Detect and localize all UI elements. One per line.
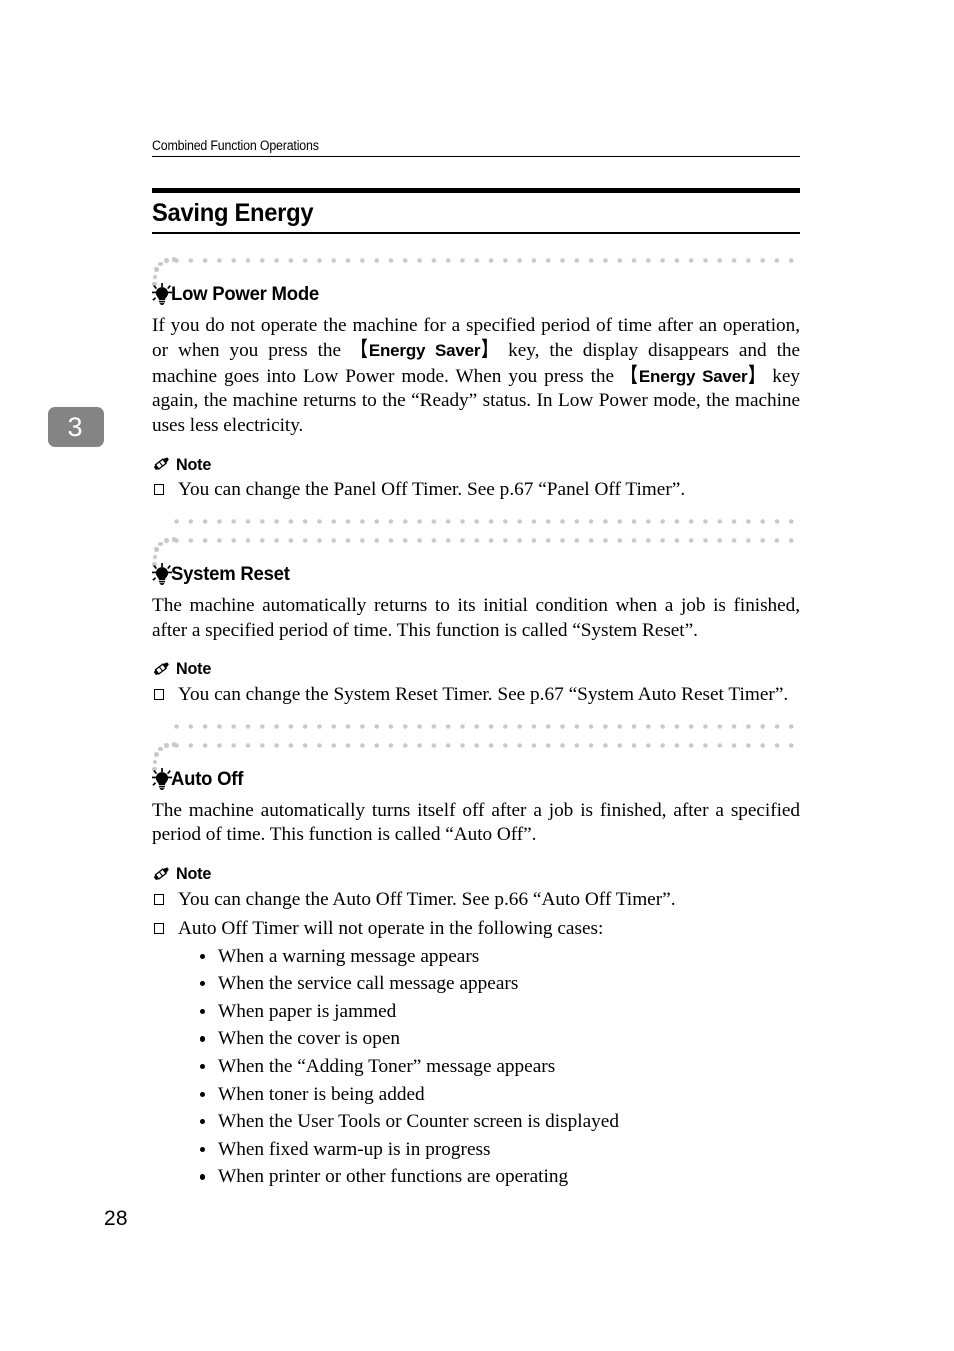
tip-block-system-reset: System Reset The machine automatically r… [152,535,800,732]
list-item-label: When a warning message appears [218,945,480,967]
list-item: When the “Adding Toner” message appears [152,1055,800,1079]
dotted-line [174,724,800,730]
note-text: You can change the Panel Off Timer. See … [178,479,686,501]
running-header: Combined Function Operations [152,138,800,157]
note-item: You can change the Panel Off Timer. See … [152,478,800,502]
note-text: You can change the System Reset Timer. S… [178,683,789,705]
keycap-label: Energy Saver [638,366,748,386]
body-paragraph: The machine automatically returns to its… [152,595,800,641]
dotted-line [174,743,800,749]
bullet-dot-icon [200,1083,218,1107]
note-item: Auto Off Timer will not operate in the f… [152,917,800,941]
page-title: Saving Energy [152,198,314,227]
list-item: When paper is jammed [152,1000,800,1024]
list-item: When a warning message appears [152,945,800,969]
note-square-marker [152,917,178,941]
chapter-number-tab: 3 [48,407,104,447]
bullet-dot-icon [200,1055,218,1079]
keycap-label: Energy Saver [368,341,481,361]
tip-title: Low Power Mode [171,282,319,305]
note-label: Note [176,659,212,679]
tip-heading: Low Power Mode [152,282,800,305]
list-item-label: When the service call message appears [218,973,519,995]
running-header-text: Combined Function Operations [152,138,319,153]
list-item-label: When the “Adding Toner” message appears [218,1056,556,1078]
dotted-rule-open [152,740,800,772]
bullet-dot-icon [200,1000,218,1024]
content-column: Low Power Mode If you do not operate the… [152,255,800,1190]
running-header-rule [152,156,800,157]
note-label: Note [176,454,212,474]
dotted-rule-close [152,516,800,527]
lightbulb-icon [152,768,172,791]
tip-heading: Auto Off [152,767,800,791]
list-item: When toner is being added [152,1083,800,1107]
list-item: When fixed warm-up is in progress [152,1138,800,1162]
list-item-label: When the User Tools or Counter screen is… [218,1111,619,1133]
chapter-number-label: 3 [67,411,83,442]
bullet-list: When a warning message appears When the … [152,945,800,1190]
note-label: Note [176,864,212,884]
dotted-line [174,538,800,544]
document-page: Combined Function Operations 3 Saving En… [0,0,954,1351]
note-heading: Note [152,865,800,883]
list-item: When the User Tools or Counter screen is… [152,1110,800,1134]
list-item-label: When toner is being added [218,1083,425,1105]
tip-heading: System Reset [152,562,800,586]
bullet-dot-icon [200,945,218,969]
tip-block-low-power-mode: Low Power Mode If you do not operate the… [152,255,800,527]
list-item-label: When the cover is open [218,1028,401,1050]
list-item-label: When paper is jammed [218,1000,397,1022]
tip-title: Auto Off [171,767,244,790]
dotted-rule-open [152,535,800,567]
dotted-rule-close [152,721,800,732]
section-rule-bottom [152,231,800,235]
note-text: Auto Off Timer will not operate in the f… [178,917,604,939]
tip-title: System Reset [171,562,290,585]
bullet-dot-icon [200,1138,218,1162]
section-heading: Saving Energy [152,188,800,235]
keycap-energy-saver-1: 【Energy Saver】 [352,339,497,362]
pencil-icon [153,867,169,880]
lightbulb-icon [152,563,172,586]
bullet-dot-icon [200,1027,218,1051]
note-square-marker [152,683,178,707]
bullet-dot-icon [200,1165,218,1189]
list-item-label: When fixed warm-up is in progress [218,1138,491,1160]
list-item: When the cover is open [152,1027,800,1051]
pencil-icon [153,662,169,675]
keycap-energy-saver-2: 【Energy Saver】 [622,364,764,387]
page-number: 28 [104,1207,128,1230]
body-paragraph: The machine automatically turns itself o… [152,800,800,846]
lightbulb-icon [152,283,172,305]
note-item: You can change the System Reset Timer. S… [152,683,800,707]
note-item: You can change the Auto Off Timer. See p… [152,888,800,912]
dotted-rule-open [152,255,800,287]
dotted-line [174,258,800,263]
body-paragraph: If you do not operate the machine for a … [152,314,800,438]
list-item-label: When printer or other functions are oper… [218,1166,569,1188]
list-item: When the service call message appears [152,972,800,996]
dotted-line [174,519,800,525]
list-item: When printer or other functions are oper… [152,1165,800,1189]
note-square-marker [152,478,178,502]
note-heading: Note [152,660,800,678]
pencil-icon [153,457,169,470]
bullet-dot-icon [200,972,218,996]
note-heading: Note [152,455,800,473]
note-square-marker [152,888,178,912]
note-text: You can change the Auto Off Timer. See p… [178,888,676,910]
bullet-dot-icon [200,1110,218,1134]
tip-block-auto-off: Auto Off The machine automatically turns… [152,740,800,1190]
